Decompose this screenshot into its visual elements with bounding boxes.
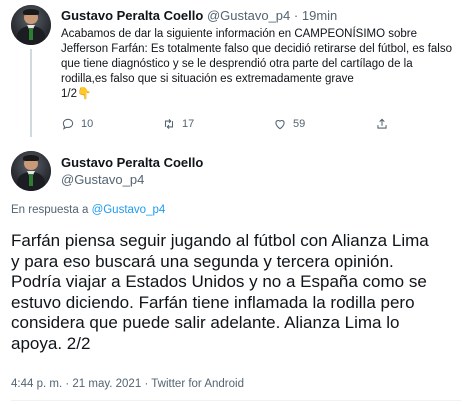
- author-handle[interactable]: @Gustavo_p4: [207, 8, 290, 23]
- separator-dot: ·: [65, 378, 70, 390]
- tweet-text-line: Jefferson Farfán: Es totalmente falso qu…: [61, 43, 452, 55]
- reply-handle-link[interactable]: @Gustavo_p4: [92, 204, 166, 216]
- tweet-metadata: 4:44 p. m. · 21 may. 2021 · Twitter for …: [11, 378, 244, 390]
- tweet-text-line: Acabamos de dar la siguiente información…: [61, 28, 418, 40]
- tweet-text-line: que tiene diagnóstico y se le desprendió…: [61, 58, 413, 70]
- tweet-header: Gustavo Peralta Coello @Gustavo_p4: [61, 154, 203, 188]
- author-avatar[interactable]: [11, 5, 51, 45]
- tweet-text-line: apoya. 2/2: [11, 333, 91, 353]
- separator-dot: ·: [144, 378, 149, 390]
- reply-prefix: En respuesta a: [11, 204, 92, 216]
- reply-button[interactable]: 10: [61, 117, 93, 131]
- tweet-time[interactable]: 4:44 p. m.: [11, 378, 62, 390]
- tweet-text-line: considera que puede salir adelante. Alia…: [11, 313, 400, 332]
- tweet-text-line: estuvo diciendo. Farfán tiene inflamada …: [11, 292, 415, 312]
- author-handle[interactable]: @Gustavo_p4: [61, 171, 203, 188]
- tweet-header: Gustavo Peralta Coello @Gustavo_p4 · 19m…: [61, 8, 337, 23]
- tweet-text-line: Farfán piensa seguir jugando al fútbol c…: [11, 231, 429, 250]
- tweet-text: Acabamos de dar la siguiente información…: [61, 27, 461, 102]
- reply-icon: [62, 118, 74, 130]
- tweet-text: Farfán piensa seguir jugando al fútbol c…: [11, 231, 466, 354]
- author-name[interactable]: Gustavo Peralta Coello: [61, 154, 203, 171]
- retweet-count: 17: [182, 118, 195, 130]
- tweet-text-line: 1/2👇: [61, 88, 92, 100]
- tweet-text-line: Podría viajar a Estados Unidos y no a Es…: [11, 272, 427, 291]
- thread-line: [30, 49, 32, 137]
- divider: [11, 400, 461, 401]
- author-avatar[interactable]: [11, 151, 51, 191]
- tweet-date[interactable]: 21 may. 2021: [72, 378, 141, 390]
- author-name[interactable]: Gustavo Peralta Coello: [61, 8, 203, 23]
- retweet-button[interactable]: 17: [162, 117, 194, 131]
- heart-icon: [275, 120, 285, 130]
- tweet-text-line: y para eso buscará una segunda y tercera…: [11, 251, 394, 271]
- tweet-time-ago[interactable]: 19min: [302, 8, 337, 23]
- tweet-actions: 10 17 59: [61, 117, 391, 133]
- separator-dot: ·: [293, 8, 299, 23]
- reply-context: En respuesta a @Gustavo_p4: [11, 204, 165, 216]
- like-count: 59: [293, 118, 306, 130]
- share-icon: [377, 118, 387, 129]
- tweet-source[interactable]: Twitter for Android: [151, 378, 244, 390]
- retweet-icon: [164, 118, 174, 130]
- reply-count: 10: [81, 118, 94, 130]
- tweet-text-line: rodilla,es falso que si situación es ext…: [61, 73, 354, 85]
- like-button[interactable]: 59: [273, 117, 305, 131]
- share-button[interactable]: [375, 117, 389, 131]
